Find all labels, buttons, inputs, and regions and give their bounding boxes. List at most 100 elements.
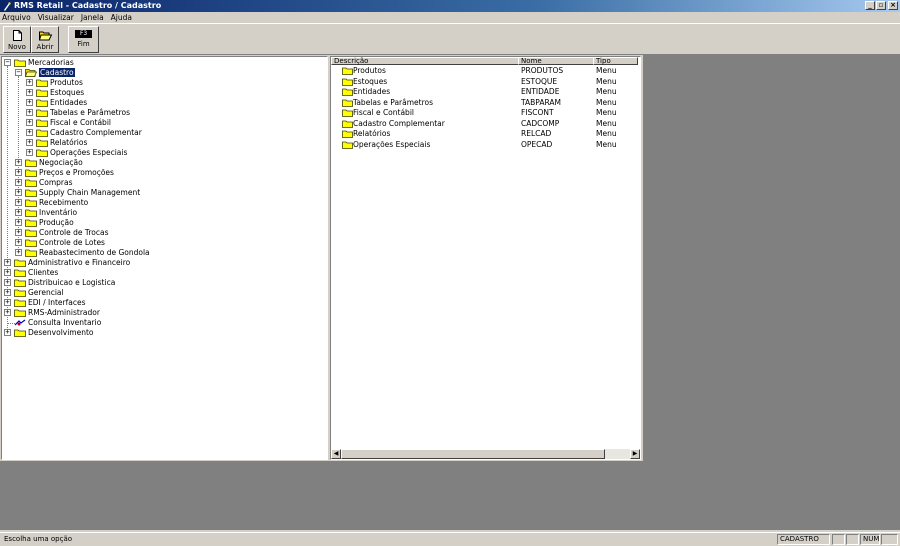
tree-item-label[interactable]: Estoques — [50, 88, 84, 97]
expand-toggle[interactable]: + — [26, 79, 33, 86]
list-row[interactable]: Tabelas e Parâmetros TABPARAM Menu — [331, 98, 631, 108]
tree-item-label[interactable]: RMS-Administrador — [28, 308, 100, 317]
tree-item-label[interactable]: Cadastro Complementar — [50, 128, 142, 137]
expand-toggle[interactable]: + — [4, 289, 11, 296]
list-row[interactable]: Relatórios RELCAD Menu — [331, 129, 631, 139]
tree-item-label[interactable]: Entidades — [50, 98, 87, 107]
expand-toggle[interactable]: + — [4, 269, 11, 276]
tree-item-label[interactable]: Fiscal e Contábil — [50, 118, 111, 127]
tree-item-label[interactable]: Controle de Trocas — [39, 228, 108, 237]
menu-bar: Arquivo Visualizar Janela Ajuda — [0, 12, 900, 23]
expand-toggle[interactable]: + — [15, 219, 22, 226]
cell-tipo: Menu — [596, 139, 617, 149]
expand-toggle[interactable]: + — [26, 89, 33, 96]
tree-item-label[interactable]: Desenvolvimento — [28, 328, 94, 337]
column-header-descricao[interactable]: Descrição — [331, 57, 519, 65]
expand-toggle[interactable]: + — [26, 149, 33, 156]
expand-toggle[interactable]: + — [15, 199, 22, 206]
status-bar: Escolha uma opção CADASTRO NUM — [0, 532, 900, 546]
list-row[interactable]: Entidades ENTIDADE Menu — [331, 87, 631, 97]
expand-toggle[interactable]: + — [4, 329, 11, 336]
scroll-left-button[interactable]: ◀ — [331, 449, 341, 459]
expand-toggle[interactable]: + — [15, 209, 22, 216]
folder-icon — [36, 109, 48, 117]
fim-label: Fim — [77, 40, 90, 48]
scroll-thumb[interactable] — [341, 449, 605, 459]
list-row[interactable]: Cadastro Complementar CADCOMP Menu — [331, 119, 631, 129]
tree-item-label[interactable]: Negociação — [39, 158, 83, 167]
menu-janela[interactable]: Janela — [81, 13, 104, 22]
tree-item-label[interactable]: Administrativo e Financeiro — [28, 258, 130, 267]
expand-toggle[interactable]: + — [26, 99, 33, 106]
tree-item-label[interactable]: EDI / Interfaces — [28, 298, 86, 307]
tree-item-label[interactable]: Consulta Inventario — [28, 318, 101, 327]
menu-tree[interactable]: − Mercadorias − Cadastro + Produtos + Estoques +… — [1, 56, 328, 460]
restore-button[interactable]: ▫ — [876, 1, 886, 10]
minimize-button[interactable]: _ — [865, 1, 875, 10]
column-header-tipo[interactable]: Tipo — [593, 57, 638, 65]
abrir-button[interactable]: Abrir — [31, 26, 59, 53]
new-document-icon — [12, 30, 22, 41]
tree-item-label[interactable]: Produtos — [50, 78, 83, 87]
tree-item-label[interactable]: Produção — [39, 218, 74, 227]
expand-toggle[interactable]: + — [4, 309, 11, 316]
tree-item-label[interactable]: Cadastro — [39, 68, 75, 77]
expand-toggle[interactable]: + — [15, 249, 22, 256]
expand-toggle[interactable]: + — [26, 109, 33, 116]
collapse-toggle[interactable]: − — [4, 59, 11, 66]
list-row[interactable]: Operações Especiais OPECAD Menu — [331, 140, 631, 150]
expand-toggle[interactable]: + — [15, 239, 22, 246]
expand-toggle[interactable]: + — [26, 139, 33, 146]
status-panel-empty-1 — [832, 534, 845, 545]
folder-icon — [25, 199, 37, 207]
expand-toggle[interactable]: + — [15, 229, 22, 236]
cell-descricao: Operações Especiais — [353, 139, 431, 149]
tree-item-label[interactable]: Distribuicao e Logistica — [28, 278, 115, 287]
fim-button[interactable]: F3 Fim — [68, 26, 99, 53]
expand-toggle[interactable]: + — [4, 259, 11, 266]
list-row[interactable]: Estoques ESTOQUE Menu — [331, 77, 631, 87]
cell-nome: TABPARAM — [521, 97, 561, 107]
folder-icon — [342, 88, 353, 96]
cell-nome: ESTOQUE — [521, 76, 558, 86]
expand-toggle[interactable]: + — [26, 119, 33, 126]
novo-button[interactable]: Novo — [3, 26, 31, 53]
tree-item-label[interactable]: Operações Especiais — [50, 148, 127, 157]
horizontal-scrollbar[interactable]: ◀ ▶ — [331, 449, 640, 459]
folder-icon — [25, 239, 37, 247]
folder-icon — [25, 249, 37, 257]
menu-ajuda[interactable]: Ajuda — [111, 13, 132, 22]
tree-item-label[interactable]: Recebimento — [39, 198, 88, 207]
expand-toggle[interactable]: + — [15, 189, 22, 196]
tree-item-label[interactable]: Controle de Lotes — [39, 238, 105, 247]
tree-item-label[interactable]: Gerencial — [28, 288, 64, 297]
expand-toggle[interactable]: + — [15, 179, 22, 186]
folder-icon — [25, 189, 37, 197]
expand-toggle[interactable]: + — [15, 159, 22, 166]
menu-list-view[interactable]: Descrição Nome Tipo ◀ ▶ Produtos PRODUTOS… — [330, 56, 641, 460]
list-row[interactable]: Produtos PRODUTOS Menu — [331, 66, 631, 76]
expand-toggle[interactable]: + — [4, 299, 11, 306]
tree-item-label[interactable]: Clientes — [28, 268, 58, 277]
expand-toggle[interactable]: + — [26, 129, 33, 136]
menu-arquivo[interactable]: Arquivo — [2, 13, 31, 22]
tree-item-label[interactable]: Compras — [39, 178, 72, 187]
tree-item-label[interactable]: Supply Chain Management — [39, 188, 140, 197]
cadastro-child-window: − Mercadorias − Cadastro + Produtos + Estoques +… — [0, 55, 643, 461]
column-header-nome[interactable]: Nome — [518, 57, 594, 65]
tree-item-label[interactable]: Mercadorias — [28, 58, 74, 67]
list-row[interactable]: Fiscal e Contábil FISCONT Menu — [331, 108, 631, 118]
scroll-right-button[interactable]: ▶ — [630, 449, 640, 459]
close-button[interactable]: × — [888, 1, 898, 10]
tree-item-label[interactable]: Reabastecimento de Gondola — [39, 248, 150, 257]
menu-visualizar[interactable]: Visualizar — [38, 13, 74, 22]
expand-toggle[interactable]: + — [15, 169, 22, 176]
tree-item-label[interactable]: Tabelas e Parâmetros — [50, 108, 130, 117]
folder-icon — [25, 179, 37, 187]
tree-item-label[interactable]: Preços e Promoções — [39, 168, 114, 177]
collapse-toggle[interactable]: − — [15, 69, 22, 76]
expand-toggle[interactable]: + — [4, 279, 11, 286]
cell-descricao: Estoques — [353, 76, 388, 86]
tree-item-label[interactable]: Inventário — [39, 208, 77, 217]
tree-item-label[interactable]: Relatórios — [50, 138, 87, 147]
